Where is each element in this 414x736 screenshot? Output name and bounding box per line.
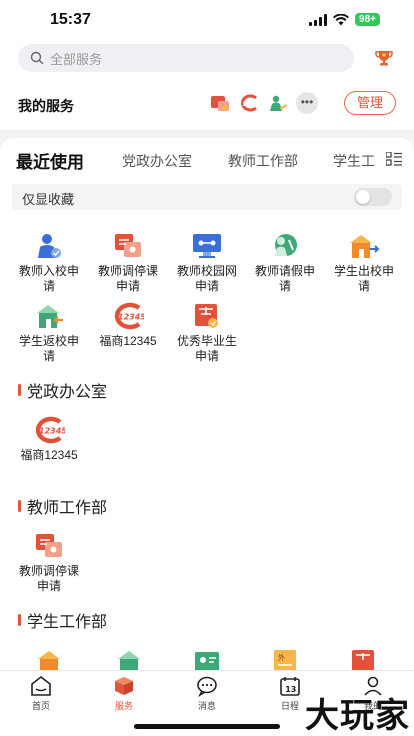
- service-label-line2: 请: [42, 279, 55, 293]
- service-label: 教师校园网: [176, 264, 237, 278]
- section-title-student-affairs: 学生工作部: [18, 608, 107, 632]
- service-label: 优秀毕业生: [176, 334, 237, 348]
- service-campus-network[interactable]: 教师校园网 申请: [172, 232, 242, 294]
- calendar-date: 13: [285, 685, 296, 694]
- service-label-line2: 请: [357, 279, 370, 293]
- trophy-icon[interactable]: [374, 48, 394, 68]
- service-label: 学生返校申: [18, 334, 79, 348]
- service-class-adjust[interactable]: 教师调停课 申请: [93, 232, 163, 294]
- section-title-party-office: 党政办公室: [18, 378, 107, 402]
- services-panel: 最近使用 党政办公室 教师工作部 学生工 仅显收藏 教师入校申 请 教师调停课 …: [0, 138, 414, 670]
- service-label-line2: 申请: [194, 279, 219, 293]
- tabbar-messages[interactable]: 消息: [177, 675, 237, 712]
- manage-button[interactable]: 管理: [344, 91, 396, 115]
- student-card-icon[interactable]: [192, 650, 224, 670]
- class-adjust-icon: [115, 234, 141, 257]
- student-exit-icon[interactable]: [36, 648, 68, 670]
- service-student-exit[interactable]: 学生出校申 请: [329, 232, 399, 294]
- service-label-line2: 申请: [115, 279, 140, 293]
- home-indicator: [134, 724, 280, 729]
- section-title-teacher-affairs: 教师工作部: [18, 494, 107, 518]
- favorites-filter-row: 仅显收藏: [12, 184, 402, 210]
- fushang-12345-icon: 12345: [114, 302, 144, 330]
- fushang-12345-icon: 12345: [35, 416, 65, 444]
- search-placeholder: 全部服务: [50, 51, 103, 67]
- service-student-return[interactable]: 学生返校申 请: [14, 302, 84, 364]
- svg-text:12345: 12345: [118, 313, 144, 322]
- service-label: 教师调停课: [97, 264, 158, 278]
- service-leave-request[interactable]: 教师请假申 请: [250, 232, 320, 294]
- svg-text:12345: 12345: [39, 427, 65, 436]
- service-fushang-12345[interactable]: 12345 福商12345: [93, 302, 163, 349]
- section-accent-bar: [18, 384, 21, 396]
- category-list-icon[interactable]: [386, 152, 402, 166]
- teacher-entry-icon: [38, 234, 61, 258]
- campus-network-icon: [193, 234, 221, 258]
- my-services-shortcuts: 12345 •••: [210, 92, 318, 114]
- tab-recent[interactable]: 最近使用: [16, 148, 84, 173]
- service-label: 教师调停课: [18, 564, 79, 578]
- service-label: 教师请假申: [254, 264, 315, 278]
- service-class-adjust-teacher[interactable]: 教师调停课 申请: [14, 532, 84, 594]
- service-fushang-12345-party[interactable]: 12345 福商12345: [14, 416, 84, 463]
- home-icon: [31, 675, 51, 696]
- service-box-icon: [115, 677, 133, 695]
- status-bar: 15:37 98+: [0, 0, 414, 40]
- service-label: 教师入校申: [18, 264, 79, 278]
- favorites-only-toggle[interactable]: [354, 188, 392, 206]
- class-adjust-icon[interactable]: [210, 94, 230, 112]
- tabbar-label: 消息: [197, 701, 216, 711]
- graduate-award-icon[interactable]: [348, 648, 380, 670]
- service-label-line2: 申请: [36, 579, 61, 593]
- cellular-signal-icon: [309, 13, 328, 26]
- section-title-text: 教师工作部: [27, 500, 108, 517]
- section-accent-bar: [18, 500, 21, 512]
- status-icons: 98+: [309, 13, 380, 26]
- more-icon[interactable]: •••: [296, 92, 318, 114]
- svg-text:12345: 12345: [242, 102, 260, 108]
- toggle-knob: [356, 190, 370, 204]
- battery-indicator: 98+: [355, 13, 380, 26]
- section-title-text: 党政办公室: [27, 384, 108, 401]
- svg-text:外: 外: [278, 653, 285, 662]
- message-icon: [197, 676, 217, 697]
- status-time: 15:37: [50, 11, 91, 28]
- tabbar-label: 首页: [31, 701, 50, 711]
- top-area: 全部服务 我的服务 12345 ••• 管理: [0, 40, 414, 130]
- watermark: 大玩家: [305, 697, 410, 735]
- leave-request-icon: [275, 234, 297, 256]
- service-label-line2: 请: [42, 349, 55, 363]
- category-tabs: 最近使用 党政办公室 教师工作部 学生工: [0, 148, 414, 178]
- service-teacher-entry[interactable]: 教师入校申 请: [14, 232, 84, 294]
- tabbar-label: 服务: [114, 701, 133, 711]
- section-title-text: 学生工作部: [27, 614, 108, 631]
- service-label: 福商12345: [20, 448, 78, 462]
- search-icon: [30, 51, 44, 65]
- student-exit-icon: [350, 235, 380, 258]
- tabbar-service[interactable]: 服务: [94, 675, 154, 712]
- service-graduate-award[interactable]: 优秀毕业生 申请: [172, 302, 242, 364]
- service-label-line2: 请: [278, 279, 291, 293]
- tab-student-affairs[interactable]: 学生工: [333, 151, 375, 171]
- favorites-only-label: 仅显收藏: [22, 192, 75, 207]
- student-return-icon[interactable]: [114, 648, 146, 670]
- class-adjust-icon: [36, 534, 62, 557]
- leave-request-icon[interactable]: [268, 94, 288, 112]
- service-label-line2: 申请: [194, 349, 219, 363]
- section-accent-bar: [18, 614, 21, 626]
- fushang-12345-icon[interactable]: 12345: [238, 94, 260, 112]
- outing-form-icon[interactable]: 外: [270, 648, 302, 670]
- calendar-icon: 13: [280, 677, 300, 696]
- wifi-icon: [333, 13, 350, 25]
- tabbar-home[interactable]: 首页: [11, 675, 71, 712]
- service-label: 福商12345: [99, 334, 157, 348]
- student-return-icon: [37, 305, 63, 328]
- search-input[interactable]: 全部服务: [18, 44, 354, 72]
- graduate-award-icon: [195, 304, 218, 328]
- my-services-title: 我的服务: [18, 98, 74, 114]
- service-label: 学生出校申: [333, 264, 394, 278]
- tab-party-office[interactable]: 党政办公室: [122, 151, 192, 171]
- tab-teacher-affairs[interactable]: 教师工作部: [228, 151, 298, 171]
